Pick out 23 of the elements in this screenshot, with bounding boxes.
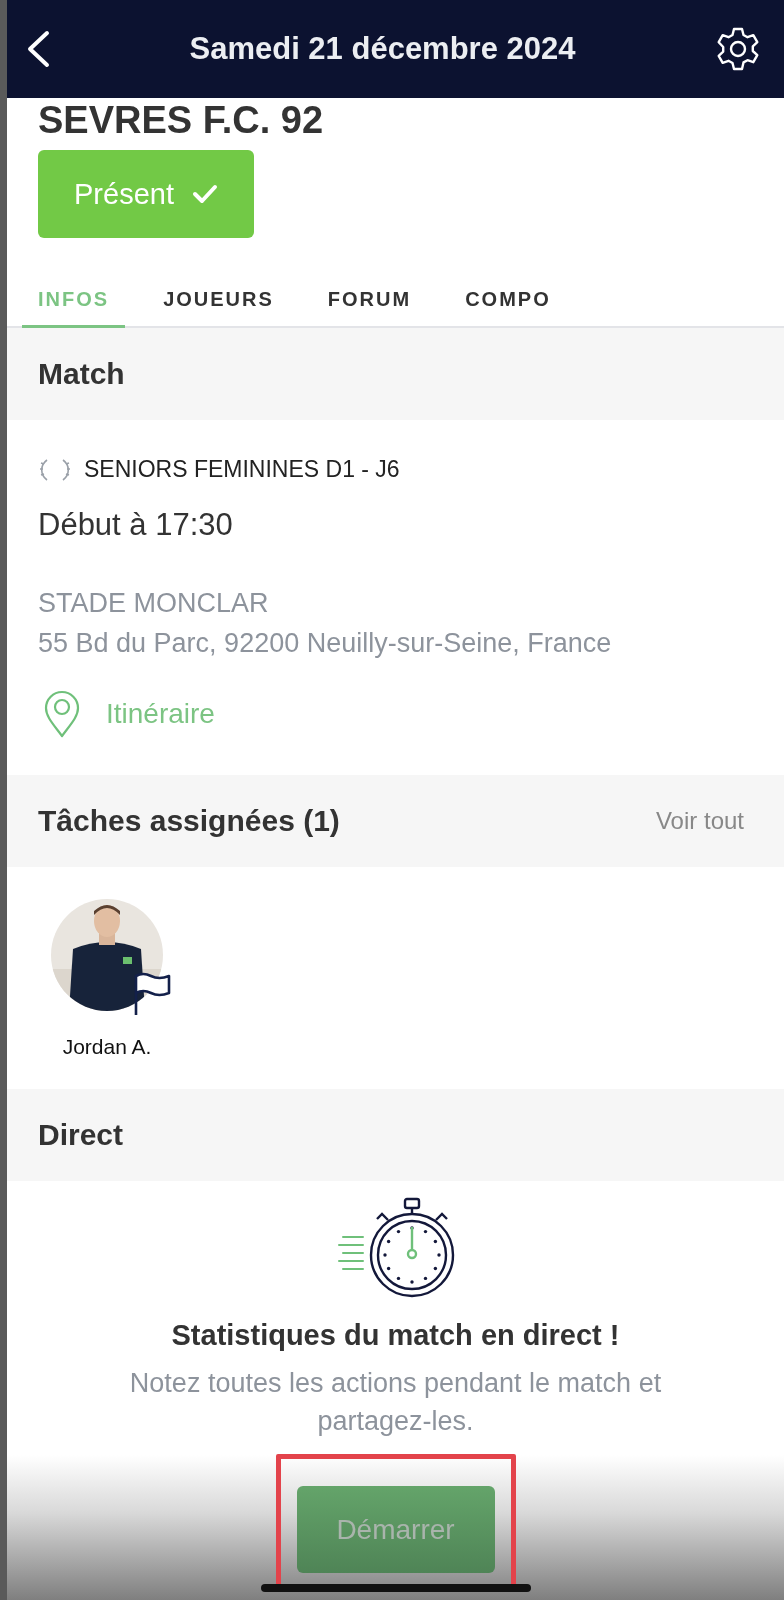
competition-label: SENIORS FEMININES D1 - J6 — [84, 456, 400, 483]
venue-address: 55 Bd du Parc, 92200 Neuilly-sur-Seine, France — [38, 627, 613, 660]
section-title: Direct — [38, 1118, 124, 1152]
tab[interactable]: COMPO — [449, 282, 567, 328]
feature-description: Notez toutes les actions pendant le match et partagez-les. — [128, 1367, 663, 1438]
directions-link[interactable]: Itinéraire — [106, 698, 215, 730]
feature-title: Statistiques du match en direct ! — [171, 1319, 620, 1352]
tab[interactable]: FORUM — [311, 282, 428, 328]
person-name: Jordan A. — [62, 1035, 152, 1059]
presence-button[interactable]: Présent — [38, 150, 254, 238]
start-time: Début à 17:30 — [38, 507, 234, 543]
tab[interactable]: JOUEURS — [147, 282, 290, 328]
section-title: Match — [38, 357, 125, 391]
team-name: SEVRES F.C. 92 — [37, 100, 325, 140]
stopwatch-icon — [336, 1197, 455, 1299]
back-icon[interactable] — [25, 30, 51, 68]
page-title: Samedi 21 décembre 2024 — [189, 31, 576, 67]
see-all-link[interactable]: Voir tout — [655, 807, 744, 835]
map-pin-icon — [42, 689, 82, 739]
start-button[interactable]: Démarrer — [296, 1486, 495, 1573]
laurel-icon — [38, 456, 72, 483]
venue-name: STADE MONCLAR — [38, 587, 270, 620]
section-title: Tâches assignées (1) — [38, 804, 340, 838]
